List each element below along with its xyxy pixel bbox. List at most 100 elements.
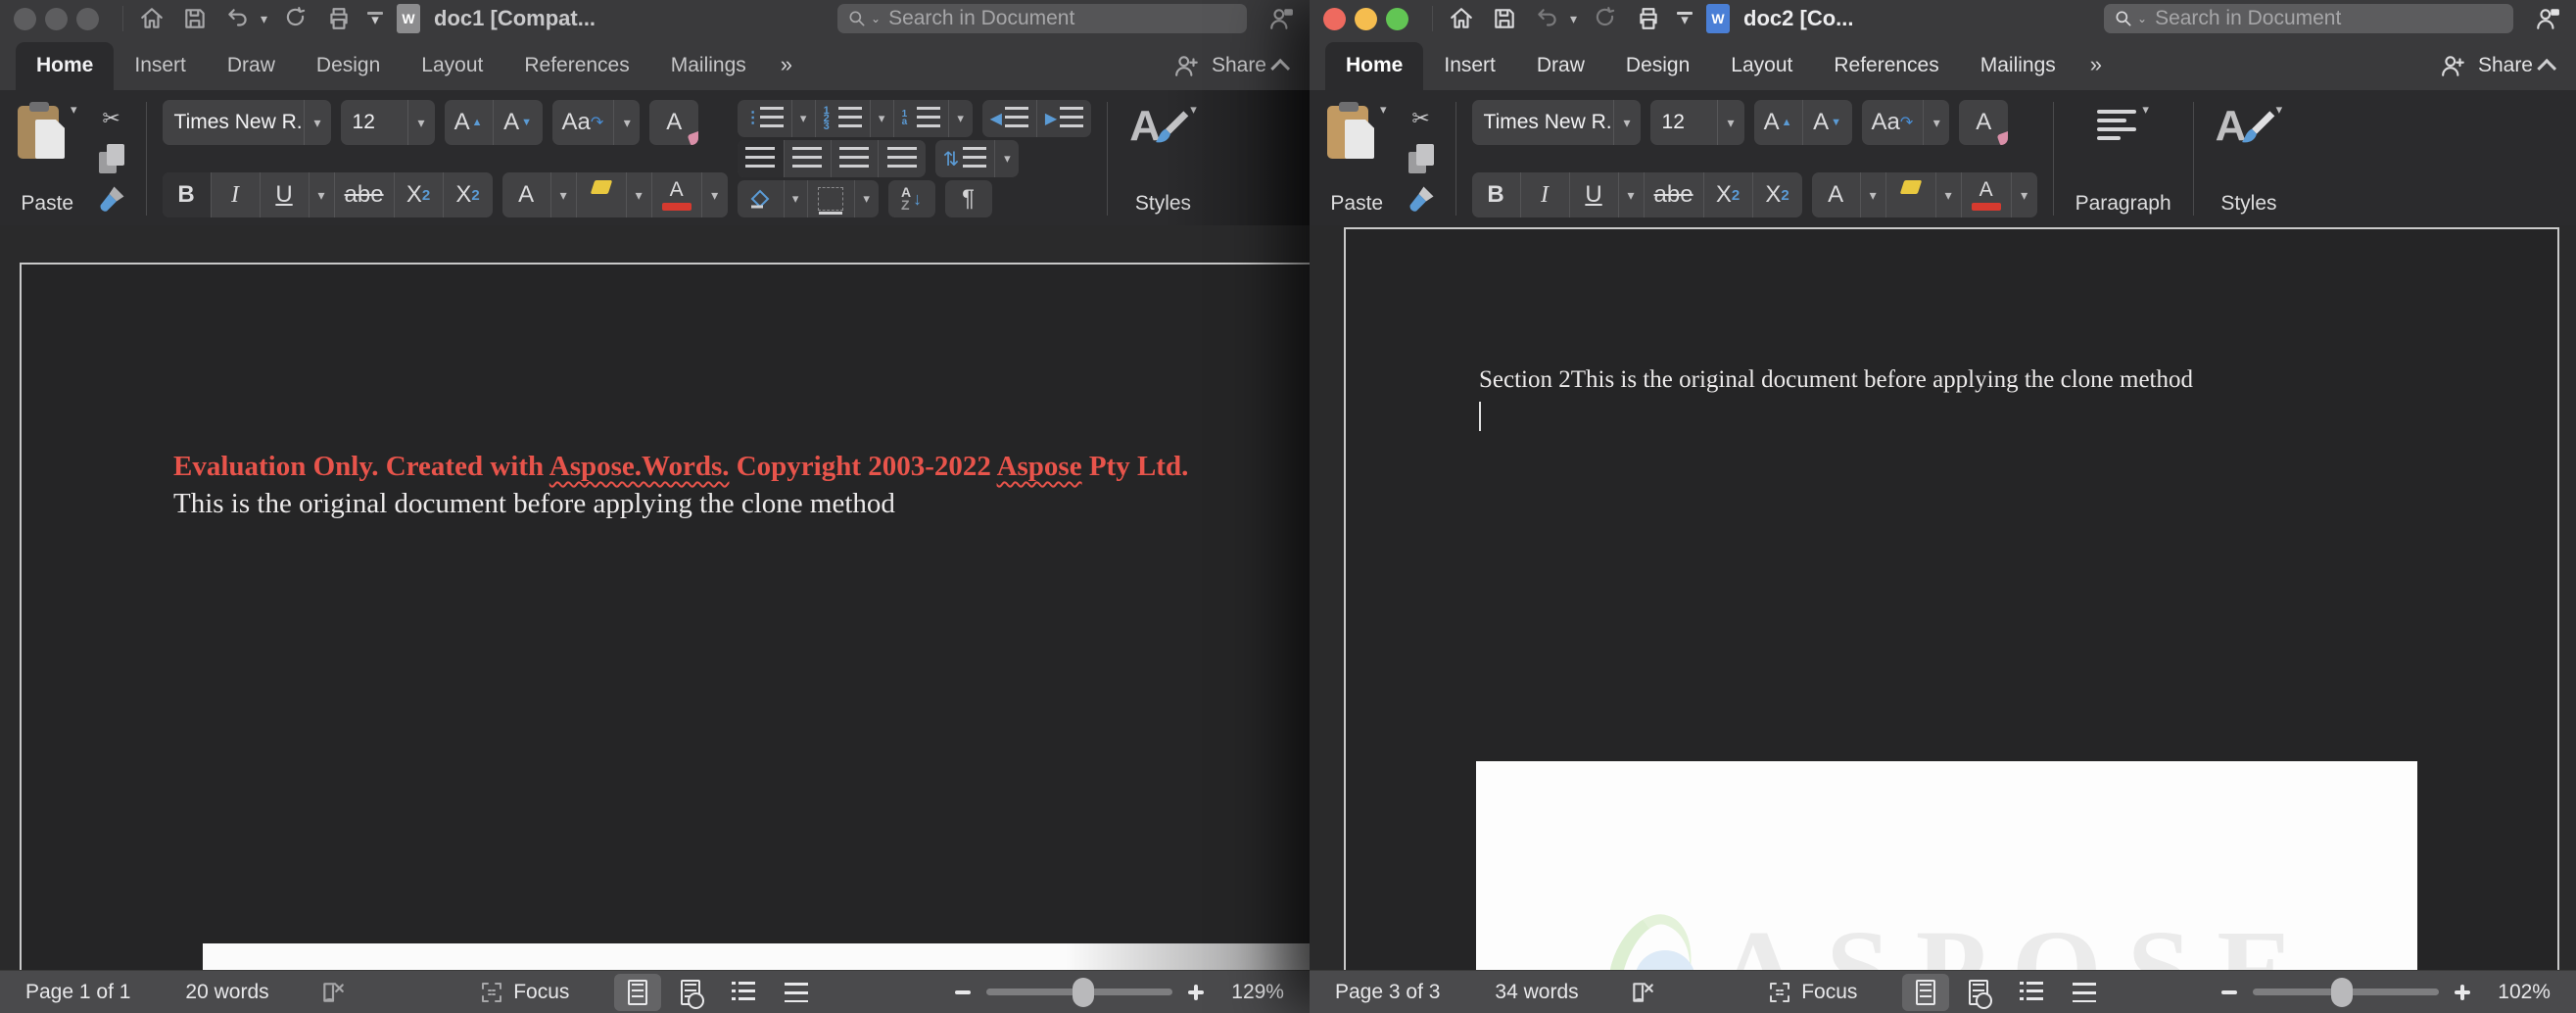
strikethrough-button[interactable]: abe: [1645, 172, 1704, 217]
bold-button[interactable]: B: [1472, 172, 1521, 217]
zoom-percent-label[interactable]: 129%: [1219, 981, 1284, 1004]
styles-button[interactable]: A ▾ Styles: [2210, 100, 2289, 217]
font-color-button[interactable]: A: [1962, 172, 2012, 217]
share-button[interactable]: Share: [1212, 54, 1266, 77]
styles-button[interactable]: A ▾ Styles: [1123, 100, 1203, 217]
document-page[interactable]: Evaluation Only. Created with Aspose.Wor…: [20, 263, 1310, 970]
paragraph-menu-button[interactable]: ▾ Paragraph: [2070, 100, 2177, 217]
draft-view-button[interactable]: [773, 974, 820, 1011]
cut-icon[interactable]: ✂: [1403, 102, 1440, 135]
borders-button[interactable]: [808, 180, 855, 217]
highlight-caret[interactable]: ▾: [1936, 172, 1962, 217]
undo-dropdown-caret[interactable]: ▾: [261, 11, 267, 27]
font-name-select[interactable]: Times New R...▾: [1472, 100, 1641, 145]
collapse-ribbon-icon[interactable]: [1270, 59, 1290, 78]
superscript-button[interactable]: X2: [444, 172, 493, 217]
underline-button[interactable]: U: [261, 172, 310, 217]
search-input[interactable]: [888, 7, 1237, 30]
zoom-window-button[interactable]: [1386, 8, 1408, 30]
grow-font-button[interactable]: A: [445, 100, 494, 145]
change-case-caret[interactable]: ▾: [1924, 100, 1949, 145]
highlight-button[interactable]: [1886, 172, 1936, 217]
bold-button[interactable]: B: [163, 172, 212, 217]
tab-references[interactable]: References: [503, 42, 649, 90]
change-case-button[interactable]: Aa: [1862, 100, 1925, 145]
copy-icon[interactable]: [93, 142, 130, 175]
document-canvas[interactable]: Section 2This is the original document b…: [1310, 225, 2576, 970]
tab-layout[interactable]: Layout: [401, 42, 503, 90]
zoom-out-button[interactable]: [2221, 990, 2237, 994]
traffic-lights[interactable]: [1323, 8, 1408, 30]
bullet-list-caret[interactable]: ▾: [792, 100, 816, 137]
bullet-list-button[interactable]: ⋮: [738, 100, 792, 137]
outline-view-button[interactable]: [720, 974, 767, 1011]
tab-draw[interactable]: Draw: [1516, 42, 1605, 90]
minimize-button[interactable]: [45, 8, 68, 30]
shrink-font-button[interactable]: A: [1803, 100, 1852, 145]
font-name-select[interactable]: Times New R...▾: [163, 100, 331, 145]
contact-presence-icon[interactable]: [2533, 4, 2562, 33]
document-canvas[interactable]: Evaluation Only. Created with Aspose.Wor…: [0, 225, 1310, 970]
undo-icon[interactable]: [223, 4, 253, 33]
document-page[interactable]: Section 2This is the original document b…: [1344, 227, 2559, 970]
home-icon[interactable]: [137, 4, 167, 33]
save-icon[interactable]: [1490, 4, 1519, 33]
text-effects-caret[interactable]: ▾: [551, 172, 577, 217]
shrink-font-button[interactable]: A: [494, 100, 543, 145]
tabs-overflow-chevron[interactable]: »: [2076, 40, 2116, 90]
word-count-label[interactable]: 34 words: [1495, 981, 1578, 1004]
zoom-slider-knob[interactable]: [2331, 978, 2353, 1007]
search-scope-caret[interactable]: ⌄: [2137, 12, 2147, 25]
align-center-button[interactable]: [785, 140, 832, 177]
italic-button[interactable]: I: [1521, 172, 1570, 217]
multilevel-list-button[interactable]: 1a: [894, 100, 949, 137]
page-count-label[interactable]: Page 1 of 1: [25, 981, 130, 1004]
search-scope-caret[interactable]: ⌄: [871, 12, 881, 25]
zoom-window-button[interactable]: [76, 8, 99, 30]
align-right-button[interactable]: [832, 140, 879, 177]
search-box[interactable]: ⌄: [837, 4, 1247, 33]
tab-home[interactable]: Home: [16, 42, 114, 90]
text-effects-button[interactable]: A: [502, 172, 551, 217]
underline-caret[interactable]: ▾: [310, 172, 335, 217]
font-color-button[interactable]: A: [652, 172, 702, 217]
page-count-label[interactable]: Page 3 of 3: [1335, 981, 1440, 1004]
underline-caret[interactable]: ▾: [1619, 172, 1645, 217]
zoom-in-button[interactable]: [2455, 985, 2470, 1000]
increase-indent-button[interactable]: ▶: [1037, 100, 1091, 137]
align-left-button[interactable]: [738, 140, 785, 177]
superscript-button[interactable]: X2: [1753, 172, 1802, 217]
undo-dropdown-caret[interactable]: ▾: [1570, 11, 1577, 27]
redo-icon[interactable]: [281, 4, 310, 33]
justify-button[interactable]: [879, 140, 926, 177]
tab-mailings[interactable]: Mailings: [1960, 42, 2076, 90]
font-size-select[interactable]: 12▾: [1650, 100, 1744, 145]
proofing-status-icon[interactable]: [320, 980, 346, 1005]
font-size-select[interactable]: 12▾: [341, 100, 435, 145]
minimize-button[interactable]: [1355, 8, 1377, 30]
change-case-button[interactable]: Aa: [552, 100, 615, 145]
collapse-ribbon-icon[interactable]: [2537, 59, 2556, 78]
copy-icon[interactable]: [1403, 142, 1440, 175]
tab-design[interactable]: Design: [296, 42, 401, 90]
font-color-caret[interactable]: ▾: [702, 172, 728, 217]
home-icon[interactable]: [1447, 4, 1476, 33]
shading-caret[interactable]: ▾: [785, 180, 808, 217]
outline-view-button[interactable]: [2008, 974, 2055, 1011]
line-spacing-caret[interactable]: ▾: [995, 140, 1019, 177]
text-effects-button[interactable]: A: [1812, 172, 1861, 217]
clear-formatting-button[interactable]: A: [649, 100, 698, 145]
paste-button[interactable]: ▾ Paste: [1321, 100, 1393, 217]
web-layout-view-button[interactable]: [1955, 974, 2002, 1011]
print-icon[interactable]: [1634, 4, 1663, 33]
zoom-slider[interactable]: [986, 989, 1172, 995]
zoom-slider[interactable]: [2253, 989, 2439, 995]
clear-formatting-button[interactable]: A: [1959, 100, 2008, 145]
sort-button[interactable]: AZ↓: [888, 180, 935, 217]
cut-icon[interactable]: ✂: [93, 102, 130, 135]
text-effects-caret[interactable]: ▾: [1861, 172, 1886, 217]
tab-draw[interactable]: Draw: [207, 42, 296, 90]
show-formatting-button[interactable]: ¶: [945, 180, 992, 217]
traffic-lights[interactable]: [14, 8, 99, 30]
contact-presence-icon[interactable]: [1266, 4, 1296, 33]
